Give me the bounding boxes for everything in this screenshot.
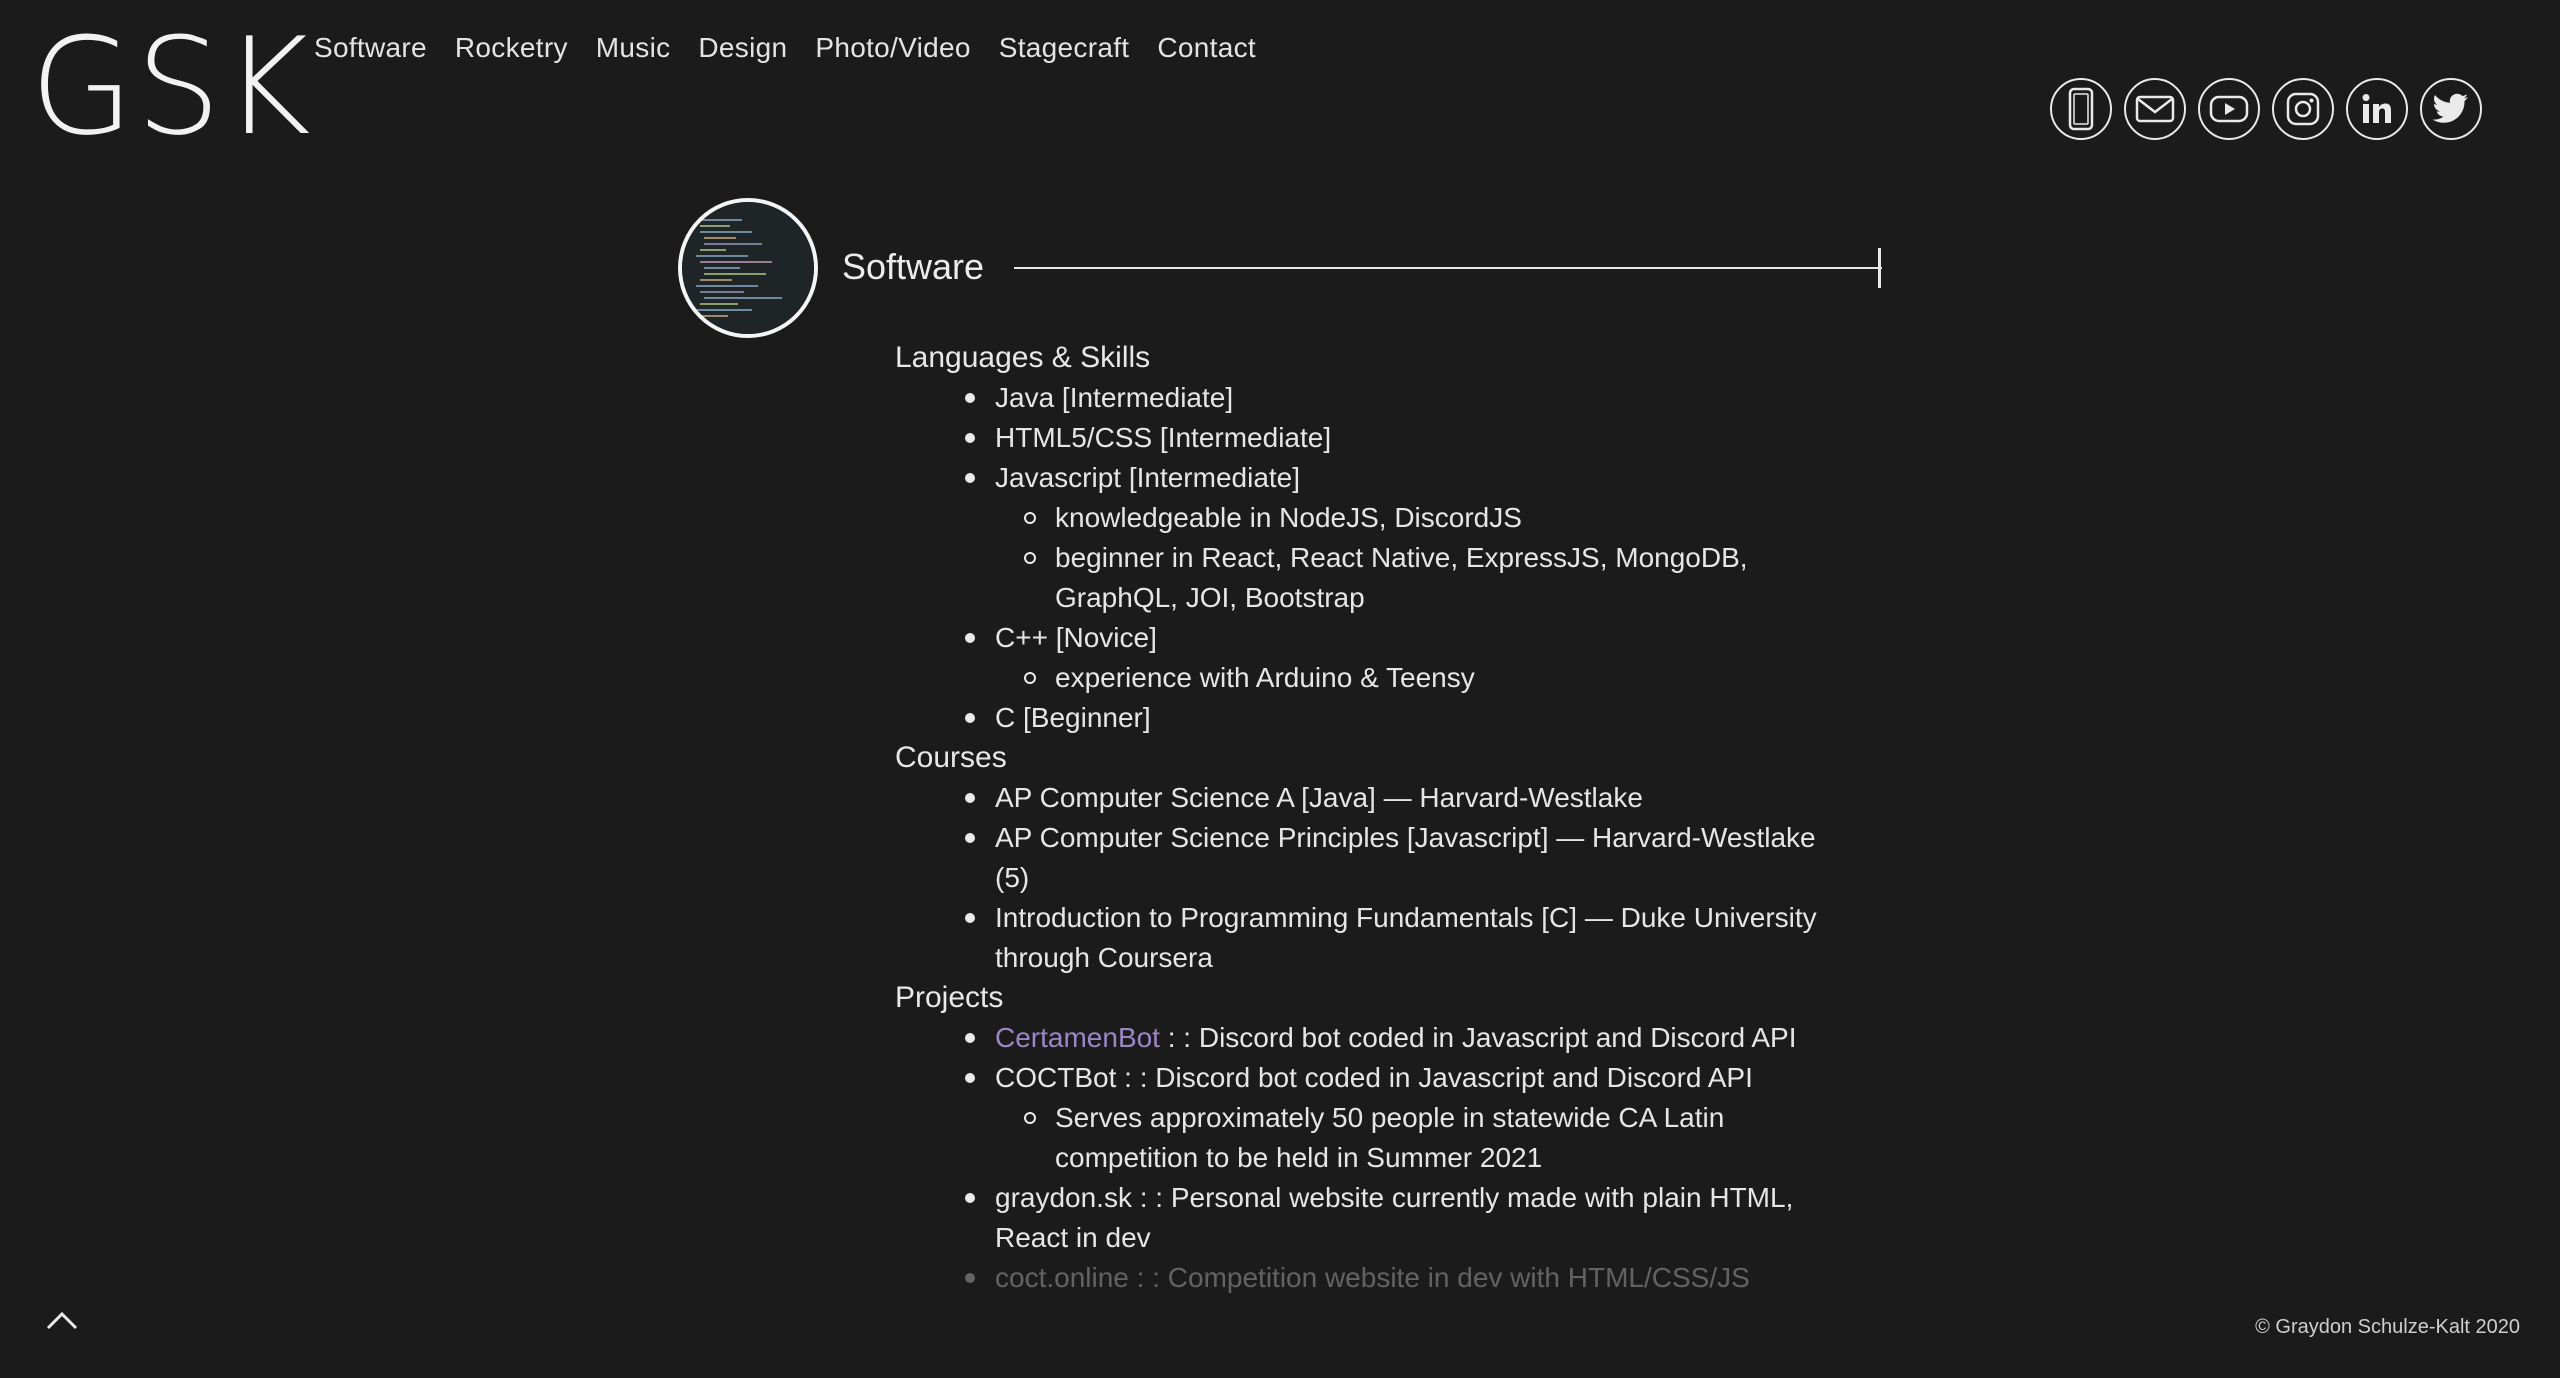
list-item-text: C++ [Novice]: [995, 622, 1157, 653]
list-item: AP Computer Science A [Java] — Harvard-W…: [965, 778, 1795, 818]
list-item: experience with Arduino & Teensy: [1024, 658, 1855, 698]
coct-online-link[interactable]: coct.online: [995, 1262, 1129, 1293]
certamenbot-link[interactable]: CertamenBot: [995, 1022, 1160, 1053]
list-item-text: : : Competition website in dev with HTML…: [1128, 1262, 1750, 1293]
list-item: COCTBot : : Discord bot coded in Javascr…: [965, 1058, 1855, 1178]
list-item-text: C [Beginner]: [995, 702, 1151, 733]
list-item-text: Introduction to Programming Fundamentals…: [995, 902, 1817, 973]
list-item-text: : : Discord bot coded in Javascript and …: [1159, 1022, 1797, 1053]
projects-heading: Projects: [895, 981, 1004, 1014]
header-divider-end: [1878, 248, 1881, 288]
courses-heading: Courses: [895, 741, 1007, 774]
section-header: Software: [678, 198, 1883, 340]
list-item: C [Beginner]: [965, 698, 1855, 738]
footer-copyright: © Graydon Schulze-Kalt 2020: [2255, 1316, 2520, 1338]
list-item-text: knowledgeable in NodeJS, DiscordJS: [1055, 502, 1522, 533]
instagram-icon[interactable]: [2272, 78, 2334, 140]
list-item-text: Java [Intermediate]: [995, 382, 1234, 413]
list-item: HTML5/CSS [Intermediate]: [965, 418, 1855, 458]
list-item: CertamenBot : : Discord bot coded in Jav…: [965, 1018, 1855, 1058]
list-item-text: experience with Arduino & Teensy: [1055, 662, 1475, 693]
list-item: knowledgeable in NodeJS, DiscordJS: [1024, 498, 1855, 538]
list-item: beginner in React, React Native, Express…: [1024, 538, 1875, 618]
list-item-text: AP Computer Science A [Java] — Harvard-W…: [995, 782, 1643, 813]
nav-music[interactable]: Music: [596, 32, 671, 64]
main-nav: Software Rocketry Music Design Photo/Vid…: [314, 32, 1256, 64]
languages-list: Java [Intermediate] HTML5/CSS [Intermedi…: [895, 378, 1855, 738]
section-title: Software: [842, 246, 985, 287]
header-divider: [1014, 267, 1882, 269]
coct-sublist: Serves approximately 50 people in statew…: [995, 1098, 1855, 1178]
list-item: C++ [Novice] experience with Arduino & T…: [965, 618, 1855, 698]
projects-list: CertamenBot : : Discord bot coded in Jav…: [895, 1018, 1855, 1298]
software-content: Languages & Skills Java [Intermediate] H…: [895, 338, 1855, 1298]
list-item: coct.online : : Competition website in d…: [965, 1258, 1855, 1298]
section-avatar: [678, 198, 818, 338]
courses-list: AP Computer Science A [Java] — Harvard-W…: [895, 778, 1817, 978]
list-item-text: HTML5/CSS [Intermediate]: [995, 422, 1332, 453]
list-item-text: Serves approximately 50 people in statew…: [1055, 1102, 1725, 1173]
list-item: Serves approximately 50 people in statew…: [1024, 1098, 1775, 1178]
list-item-text: Javascript [Intermediate]: [995, 462, 1301, 493]
nav-stagecraft[interactable]: Stagecraft: [999, 32, 1130, 64]
list-item-text: graydon.sk : : Personal website currentl…: [995, 1182, 1794, 1253]
list-item: AP Computer Science Principles [Javascri…: [965, 818, 1835, 898]
social-links: [2050, 78, 2482, 140]
list-item: Java [Intermediate]: [965, 378, 1855, 418]
nav-photo-video[interactable]: Photo/Video: [815, 32, 970, 64]
back-to-top-icon[interactable]: [42, 1304, 82, 1334]
list-item: graydon.sk : : Personal website currentl…: [965, 1178, 1815, 1258]
nav-software[interactable]: Software: [314, 32, 427, 64]
twitter-icon[interactable]: [2420, 78, 2482, 140]
mail-icon[interactable]: [2124, 78, 2186, 140]
linkedin-icon[interactable]: [2346, 78, 2408, 140]
nav-rocketry[interactable]: Rocketry: [455, 32, 568, 64]
cpp-sublist: experience with Arduino & Teensy: [995, 658, 1855, 698]
list-item-text: COCTBot : : Discord bot coded in Javascr…: [995, 1062, 1753, 1093]
nav-design[interactable]: Design: [698, 32, 787, 64]
site-logo[interactable]: GSK: [30, 20, 313, 154]
youtube-icon[interactable]: [2198, 78, 2260, 140]
list-item: Javascript [Intermediate] knowledgeable …: [965, 458, 1855, 618]
list-item-text: AP Computer Science Principles [Javascri…: [995, 822, 1816, 893]
list-item-text: beginner in React, React Native, Express…: [1055, 542, 1748, 613]
list-item: Introduction to Programming Fundamentals…: [965, 898, 1835, 978]
javascript-sublist: knowledgeable in NodeJS, DiscordJS begin…: [995, 498, 1855, 618]
nav-contact[interactable]: Contact: [1157, 32, 1256, 64]
phone-icon[interactable]: [2050, 78, 2112, 140]
languages-heading: Languages & Skills: [895, 341, 1151, 374]
